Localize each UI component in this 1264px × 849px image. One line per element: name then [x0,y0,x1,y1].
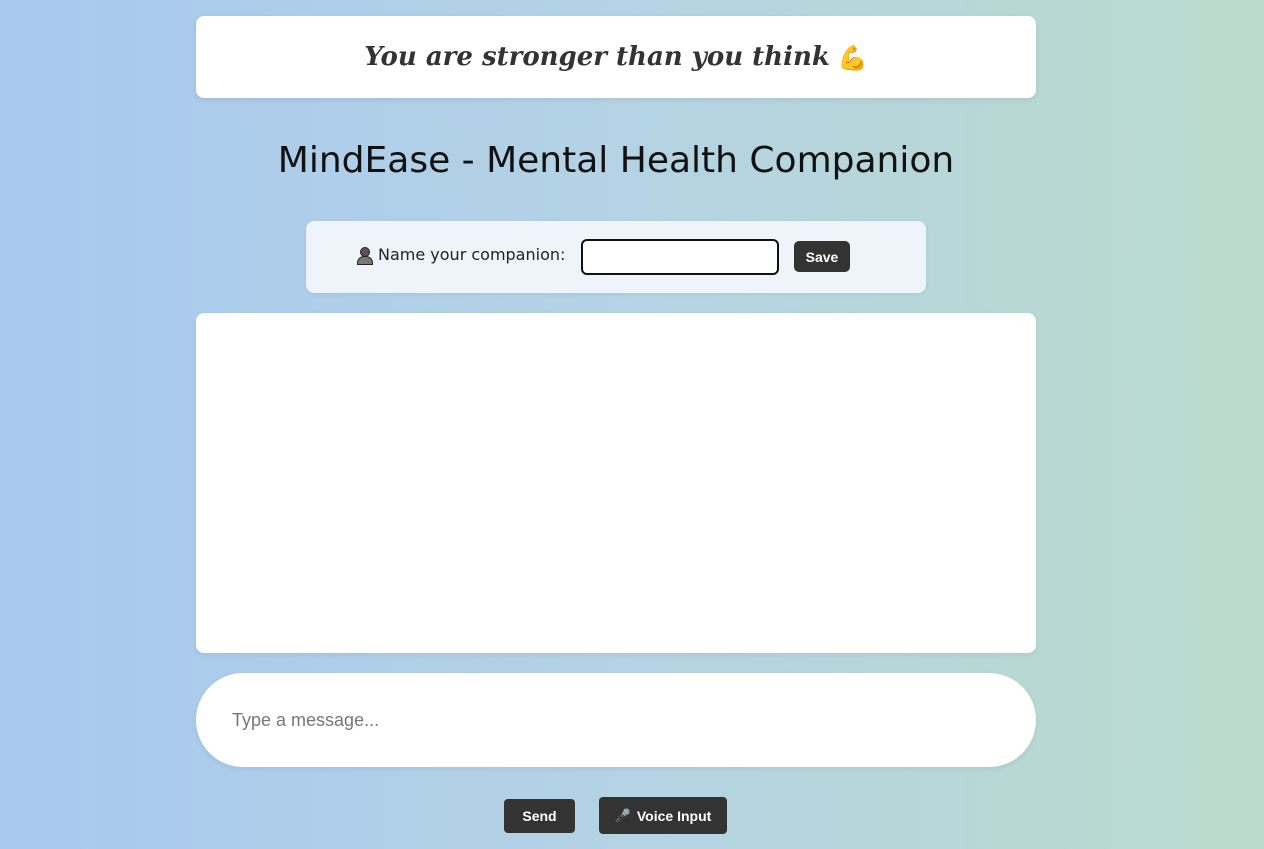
chat-messages-area[interactable] [196,313,1036,653]
voice-input-button[interactable]: 🎤 Voice Input [599,797,727,834]
flexed-bicep-icon: 💪 [837,42,868,72]
companion-name-panel: Name your companion: Save [306,221,926,293]
microphone-icon: 🎤 [614,807,631,823]
quote-banner: You are stronger than you think 💪 [196,16,1036,98]
send-button[interactable]: Send [504,799,575,833]
companion-name-label-group: Name your companion: [356,245,566,265]
save-button[interactable]: Save [794,241,850,272]
page-title: MindEase - Mental Health Companion [277,140,955,181]
voice-input-label: Voice Input [636,807,712,824]
person-icon [356,246,373,265]
quote-text: You are stronger than you think [364,42,830,72]
companion-name-input[interactable] [581,239,779,275]
message-input[interactable] [196,673,1036,767]
send-button-label: Send [522,808,557,824]
companion-name-label: Name your companion: [378,245,566,264]
